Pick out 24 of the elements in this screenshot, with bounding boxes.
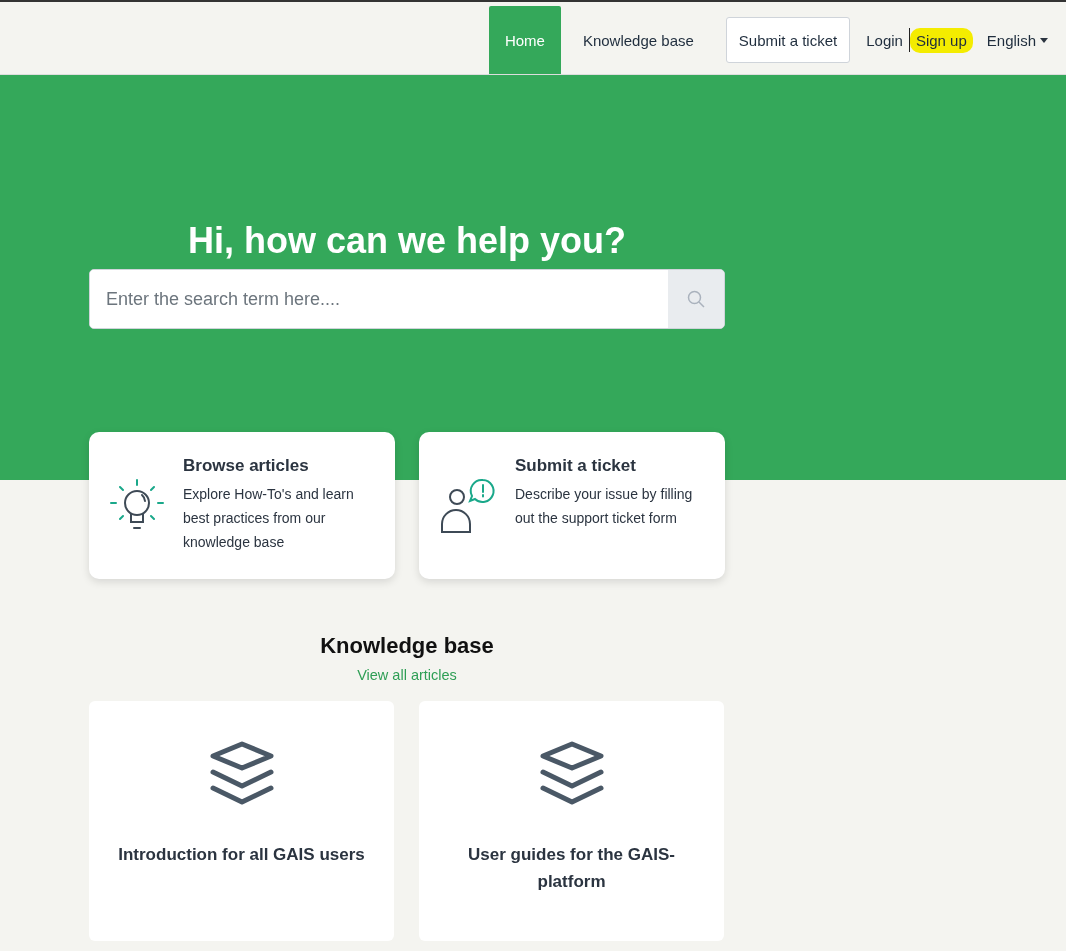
person-with-speech-bubble-icon: [439, 478, 497, 534]
caret-icon: [1040, 37, 1048, 43]
card-description: Describe your issue by filling out the support ticket form: [515, 485, 694, 528]
card-title: Browse articles: [183, 456, 310, 476]
search-button[interactable]: [668, 270, 724, 328]
search-field[interactable]: Enter the search term here....: [89, 269, 725, 329]
nav-tab[interactable]: Knowledge base: [566, 6, 710, 74]
layers-icon: [538, 741, 605, 805]
hero-title: Hi, how can we help you?: [186, 219, 627, 263]
action-card[interactable]: Submit a ticket Describe your issue by filling out the support ticket form: [419, 432, 725, 579]
category-card[interactable]: Introduction for all GAIS users: [89, 701, 394, 941]
search-icon: [687, 290, 705, 308]
submit-ticket-button[interactable]: Submit a ticket: [725, 17, 851, 63]
section-title: Knowledge base: [319, 633, 495, 659]
nav-link[interactable]: Sign up: [909, 27, 973, 53]
action-card[interactable]: Browse articles Explore How-To's and learn best practices from our knowledge base: [89, 432, 395, 579]
category-card[interactable]: User guides for the GAIS-platform: [419, 701, 724, 941]
card-description: Explore How-To's and learn best practices from our knowledge base: [183, 485, 355, 552]
category-title: User guides for the GAIS-platform: [467, 844, 676, 893]
card-title: Submit a ticket: [515, 456, 637, 476]
category-title: Introduction for all GAIS users: [117, 844, 366, 866]
language-dropdown[interactable]: English: [972, 31, 1048, 49]
nav-link[interactable]: Login: [860, 27, 909, 53]
layers-icon: [208, 741, 275, 805]
